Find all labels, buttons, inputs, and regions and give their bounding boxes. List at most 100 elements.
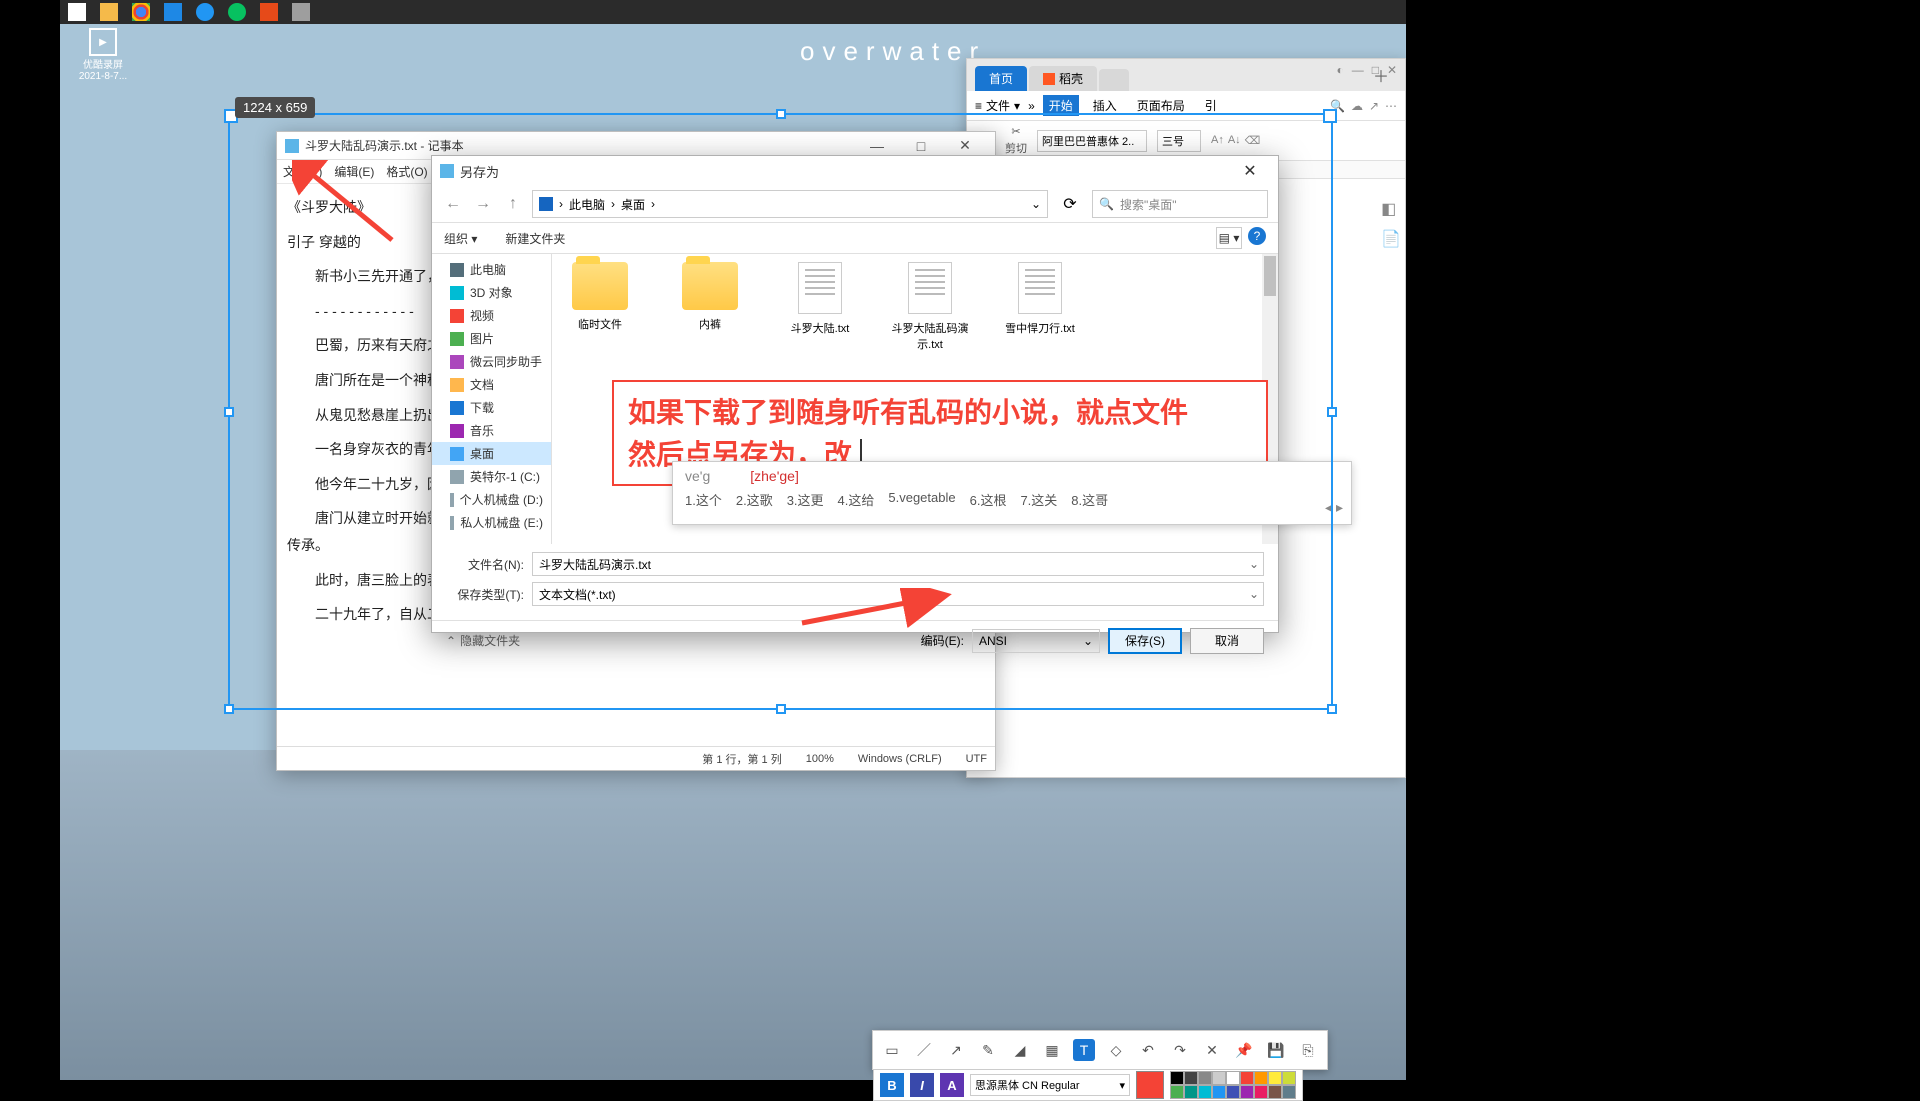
menu-edit[interactable]: 编辑(E) (334, 163, 374, 180)
save-icon[interactable]: 💾 (1265, 1039, 1287, 1061)
tree-item[interactable]: 此电脑 (432, 258, 551, 281)
search-input[interactable]: 🔍 搜索"桌面" (1092, 190, 1268, 218)
wps-icon[interactable] (260, 3, 278, 21)
color-swatch[interactable] (1212, 1085, 1226, 1099)
explorer-icon[interactable] (100, 3, 118, 21)
menu-format[interactable]: 格式(O) (386, 163, 427, 180)
tree-item[interactable]: 文档 (432, 373, 551, 396)
color-palette[interactable] (1170, 1071, 1296, 1099)
size-select[interactable]: 三号 (1157, 130, 1201, 152)
ime-candidate[interactable]: 6.这根 (970, 490, 1007, 509)
color-swatch[interactable] (1240, 1071, 1254, 1085)
newfolder-button[interactable]: 新建文件夹 (505, 230, 565, 247)
pin-icon[interactable]: 📌 (1233, 1039, 1255, 1061)
color-swatch[interactable] (1254, 1085, 1268, 1099)
share-icon[interactable]: ↗ (1369, 99, 1379, 113)
cut-button[interactable]: ✂ 剪切 (1005, 125, 1027, 156)
tree-item[interactable]: 桌面 (432, 442, 551, 465)
color-swatch[interactable] (1268, 1085, 1282, 1099)
encoding-select[interactable]: ANSI⌄ (972, 629, 1100, 653)
arrow-tool-icon[interactable]: ↗ (945, 1039, 967, 1061)
wps-tab-home[interactable]: 首页 (975, 66, 1027, 91)
ime-candidate[interactable]: 1.这个 (685, 490, 722, 509)
wps-tab-layout[interactable]: 页面布局 (1131, 95, 1191, 116)
wps-max-icon[interactable]: □ (1372, 63, 1379, 77)
tree-item[interactable]: 3D 对象 (432, 281, 551, 304)
color-swatch[interactable] (1254, 1071, 1268, 1085)
ime-prev-icon[interactable]: ◂ (1325, 499, 1332, 516)
ime-candidate[interactable]: 5.vegetable (888, 490, 955, 509)
rect-tool-icon[interactable]: ▭ (881, 1039, 903, 1061)
view-button[interactable]: ▤ ▾ (1216, 227, 1242, 249)
color-swatch[interactable] (1198, 1071, 1212, 1085)
desktop-shortcut[interactable]: ▶ 优酷录屏 2021-8-7... (74, 28, 132, 82)
wechat-icon[interactable] (228, 3, 246, 21)
color-swatch[interactable] (1282, 1071, 1296, 1085)
marker-tool-icon[interactable]: ◢ (1009, 1039, 1031, 1061)
color-swatch[interactable] (1212, 1071, 1226, 1085)
file-item[interactable]: 临时文件 (560, 262, 640, 332)
bold-button[interactable]: B (880, 1073, 904, 1097)
color-swatch[interactable] (1170, 1085, 1184, 1099)
wps-file-menu[interactable]: ≡ 文件 ▾ (975, 97, 1020, 114)
start-icon[interactable] (68, 3, 86, 21)
cloud-icon[interactable]: ☁ (1351, 99, 1363, 113)
current-color-swatch[interactable] (1136, 1071, 1164, 1099)
tree-item[interactable]: 私人机械盘 (E:) (432, 511, 551, 534)
italic-button[interactable]: I (910, 1073, 934, 1097)
ime-candidate[interactable]: 8.这哥 (1071, 490, 1108, 509)
refresh-icon[interactable]: ⟳ (1056, 190, 1084, 218)
ime-candidate[interactable]: 2.这歌 (736, 490, 773, 509)
tree-item[interactable]: 视频 (432, 304, 551, 327)
text-tool-icon[interactable]: T (1073, 1039, 1095, 1061)
back-icon[interactable]: ← (442, 193, 464, 215)
chrome-icon[interactable] (132, 3, 150, 21)
undo-icon[interactable]: ↶ (1137, 1039, 1159, 1061)
more-icon[interactable]: ⋯ (1385, 99, 1397, 113)
eraser-tool-icon[interactable]: ◇ (1105, 1039, 1127, 1061)
tree-item[interactable]: 音乐 (432, 419, 551, 442)
tree-item[interactable]: 下载 (432, 396, 551, 419)
save-button[interactable]: 保存(S) (1108, 628, 1182, 654)
file-item[interactable]: 内裤 (670, 262, 750, 332)
filename-input[interactable]: 斗罗大陆乱码演示.txt⌄ (532, 552, 1264, 576)
color-swatch[interactable] (1240, 1085, 1254, 1099)
forward-icon[interactable]: → (472, 193, 494, 215)
font-grow-icon[interactable]: A↑ (1211, 134, 1224, 147)
file-item[interactable]: 斗罗大陆乱码演示.txt (890, 262, 970, 352)
color-swatch[interactable] (1184, 1085, 1198, 1099)
help-icon[interactable]: ? (1248, 227, 1266, 245)
wps-min-icon[interactable]: — (1352, 63, 1364, 77)
tree-item[interactable]: 图片 (432, 327, 551, 350)
file-item[interactable]: 雪中悍刀行.txt (1000, 262, 1080, 336)
line-tool-icon[interactable]: ／ (913, 1039, 935, 1061)
hide-files-toggle[interactable]: ⌃ 隐藏文件夹 (446, 632, 520, 649)
ime-candidate[interactable]: 7.这关 (1020, 490, 1057, 509)
wps-tab-ref[interactable]: 引 (1199, 95, 1223, 116)
organize-button[interactable]: 组织 ▾ (444, 230, 477, 247)
search-icon[interactable]: 🔍 (1330, 99, 1345, 113)
ime-candidate[interactable]: 4.这给 (838, 490, 875, 509)
pen-tool-icon[interactable]: ✎ (977, 1039, 999, 1061)
file-item[interactable]: 斗罗大陆.txt (780, 262, 860, 336)
tree-item[interactable]: 个人机械盘 (D:) (432, 488, 551, 511)
cancel-button[interactable]: 取消 (1190, 628, 1264, 654)
tree-item[interactable]: 英特尔-1 (C:) (432, 465, 551, 488)
color-swatch[interactable] (1184, 1071, 1198, 1085)
tree-item[interactable]: 微云同步助手 (432, 350, 551, 373)
ime-next-icon[interactable]: ▸ (1336, 499, 1343, 516)
font-shrink-icon[interactable]: A↓ (1228, 134, 1241, 147)
saveas-titlebar[interactable]: 另存为 ✕ (432, 156, 1278, 186)
app-icon[interactable] (292, 3, 310, 21)
color-swatch[interactable] (1282, 1085, 1296, 1099)
wps-tab-doc[interactable] (1099, 69, 1129, 91)
cancel-icon[interactable]: ✕ (1201, 1039, 1223, 1061)
clear-format-icon[interactable]: ⌫ (1245, 134, 1261, 147)
close-icon[interactable]: ✕ (1230, 156, 1270, 186)
wps-close-icon[interactable]: ✕ (1387, 63, 1397, 77)
wps-tab-start[interactable]: 开始 (1043, 95, 1079, 116)
wps-side-icon[interactable]: ◧ (1381, 199, 1401, 219)
color-swatch[interactable] (1170, 1071, 1184, 1085)
wps-side-icon[interactable]: 📄 (1381, 229, 1401, 249)
idm-icon[interactable] (164, 3, 182, 21)
